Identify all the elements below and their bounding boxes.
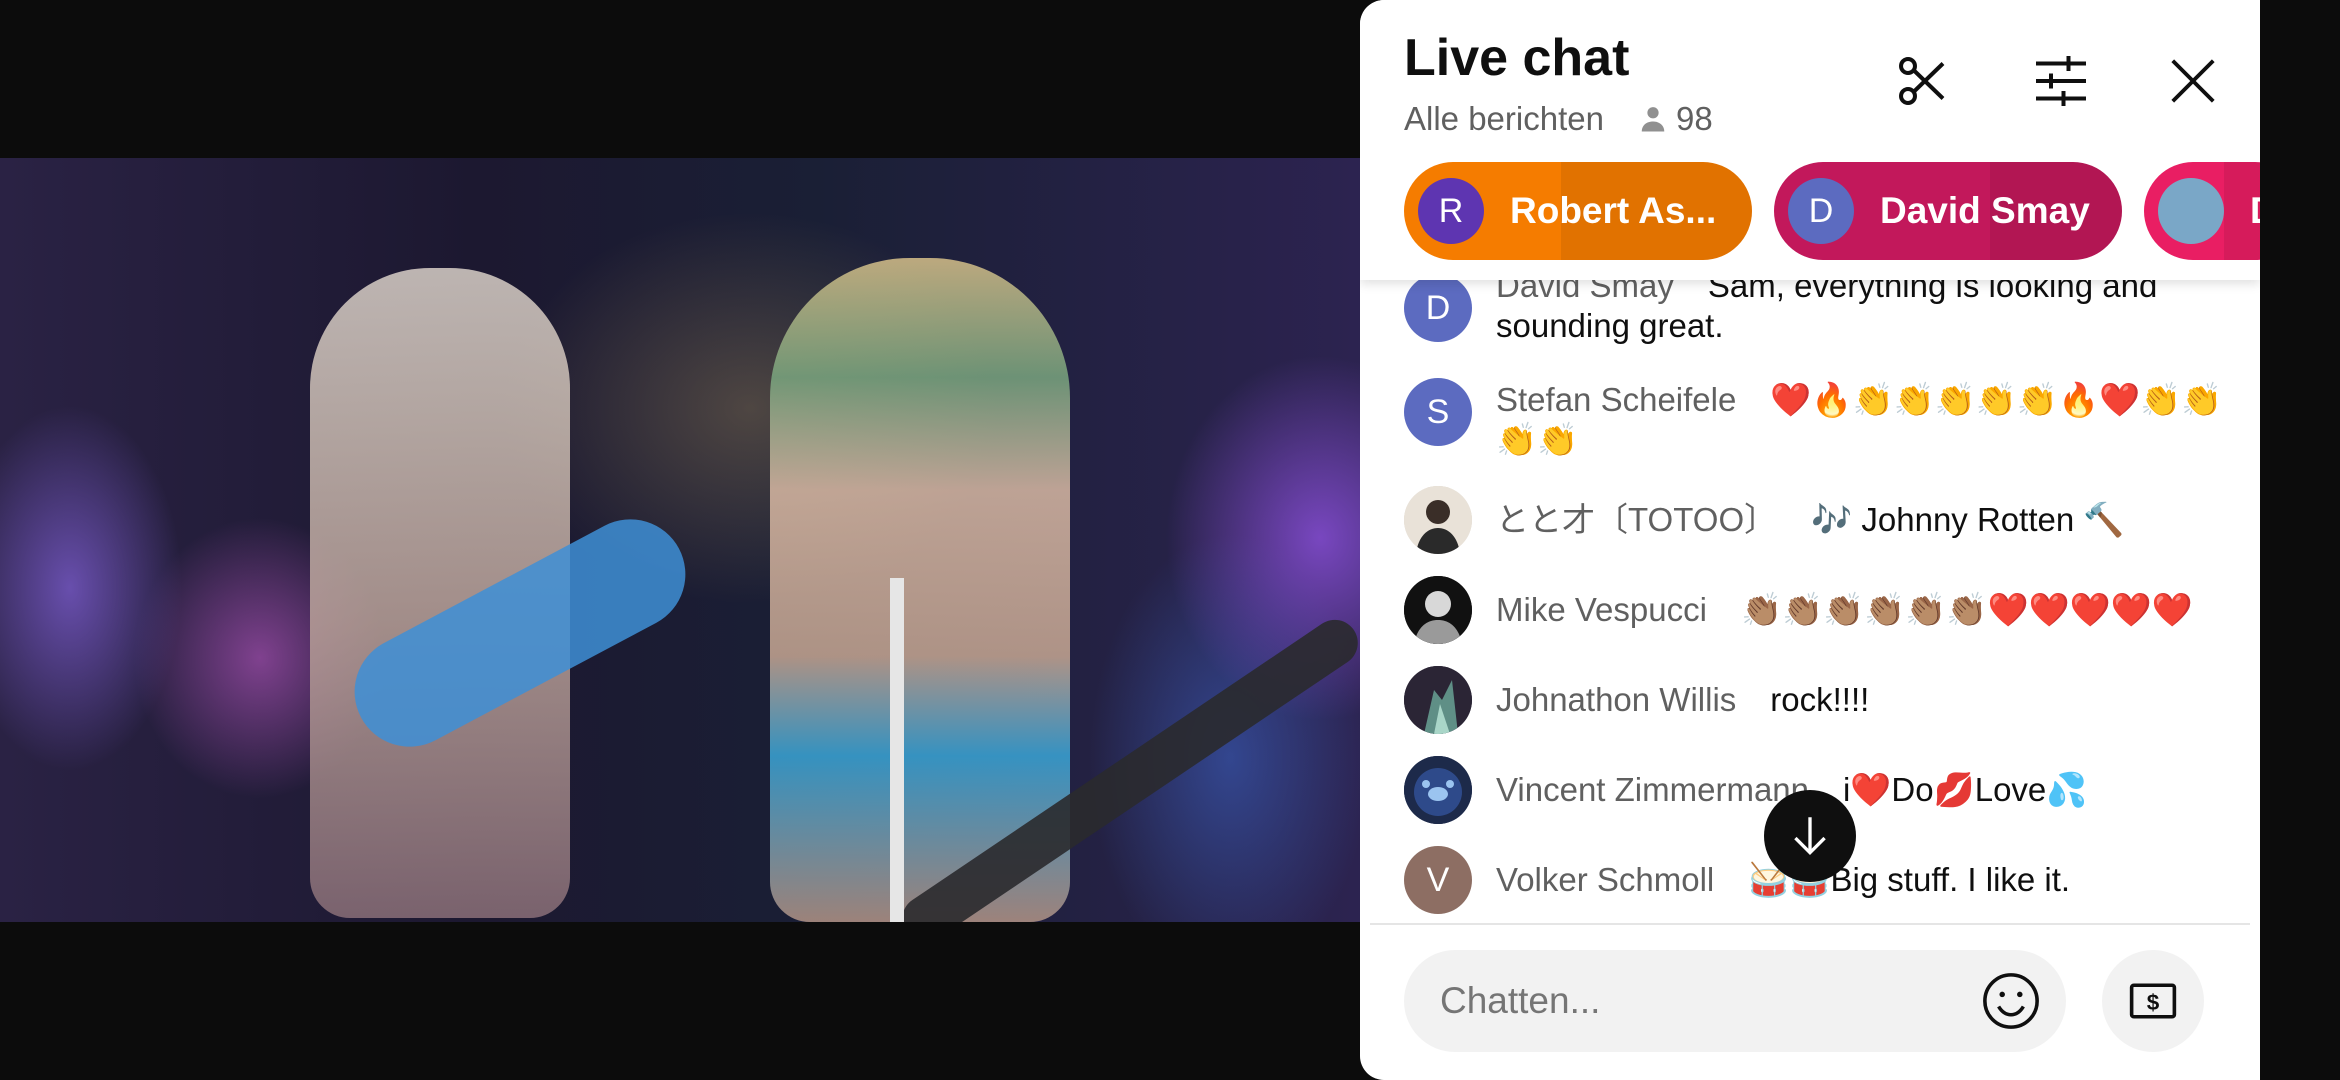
live-chat-panel: Live chat Alle berichten 98 R Robert As.… [1360,0,2260,1080]
scroll-to-bottom-button[interactable] [1764,790,1856,882]
screen-edge [2260,0,2340,1080]
author-name[interactable]: Johnathon Willis [1496,681,1736,718]
author-name[interactable]: Mike Vespucci [1496,591,1707,628]
author-name[interactable]: Volker Schmoll [1496,861,1714,898]
user-photo-icon [1404,486,1472,554]
chat-input-box [1404,950,2066,1052]
ticker-avatar: D [1788,178,1854,244]
arrow-down-icon [1794,817,1826,856]
person-icon [1641,107,1665,132]
avatar[interactable] [1404,756,1472,824]
chat-header: Live chat Alle berichten 98 R Robert As.… [1360,0,2260,280]
mic-stand [890,578,904,922]
avatar[interactable] [1404,486,1472,554]
author-name[interactable]: とと才〔TOTOO〕 [1496,501,1777,538]
ticker-name: D [2250,190,2260,232]
performer-right [770,258,1070,922]
author-name[interactable]: Stefan Scheifele [1496,381,1736,418]
sliders-icon [2036,56,2086,106]
video-player[interactable] [0,158,1360,922]
super-chat-button[interactable]: $ [2102,950,2204,1052]
chat-filter-dropdown[interactable]: Alle berichten [1404,100,1604,138]
smiley-icon [1983,973,2039,1029]
ticker-name: Robert As... [1510,190,1717,231]
chat-message: D David Smay Sam, everything is looking a… [1404,270,2224,346]
chat-message: Johnathon Willis rock!!!! [1404,666,2224,734]
avatar[interactable]: S [1404,378,1472,446]
chat-input[interactable] [1438,979,1962,1023]
ticker-item[interactable]: D David Smay [1774,162,2122,260]
chat-message: Mike Vespucci 👏🏽👏🏽👏🏽👏🏽👏🏽👏🏽❤️❤️❤️❤️❤️ [1404,576,2224,644]
viewer-count-value: 98 [1676,100,1713,137]
avatar[interactable]: V [1404,846,1472,914]
chat-title: Live chat [1404,29,1630,87]
svg-text:$: $ [2147,990,2160,1015]
message-text: i❤️Do💋Love💦 [1843,771,2088,808]
ticker-item[interactable]: R Robert As... [1404,162,1752,260]
close-chat-button[interactable] [2160,48,2226,114]
user-photo-icon [1404,576,1472,644]
chat-message: とと才〔TOTOO〕 🎶 Johnny Rotten 🔨 [1404,486,2224,554]
message-text: rock!!!! [1770,681,1870,718]
avatar[interactable]: D [1404,274,1472,342]
author-name[interactable]: Vincent Zimmermann [1496,771,1809,808]
ticker-item[interactable]: D [2144,162,2260,260]
divider [1370,923,2250,925]
viewer-count: 98 [1638,100,1713,138]
avatar[interactable] [1404,576,1472,644]
chat-message: S Stefan Scheifele ❤️🔥👏👏👏👏👏🔥❤️👏👏👏👏 [1404,378,2224,460]
crab-icon [1404,756,1472,824]
dollar-bill-icon: $ [2129,983,2177,1019]
ticker-name: David Smay [1880,190,2090,231]
user-photo-icon [1404,666,1472,734]
message-text: 🎶 Johnny Rotten 🔨 [1811,501,2125,538]
message-text: 👏🏽👏🏽👏🏽👏🏽👏🏽👏🏽❤️❤️❤️❤️❤️ [1740,591,2193,628]
scissors-icon [1899,57,1945,105]
super-chat-ticker-bar: R Robert As... D David Smay D [1404,162,2260,260]
avatar[interactable] [1404,666,1472,734]
emoji-button[interactable] [1978,968,2044,1034]
ticker-avatar [2158,178,2224,244]
close-icon [2171,59,2215,103]
chat-settings-button[interactable] [2028,48,2094,114]
clip-button[interactable] [1890,48,1956,114]
ticker-avatar: R [1418,178,1484,244]
